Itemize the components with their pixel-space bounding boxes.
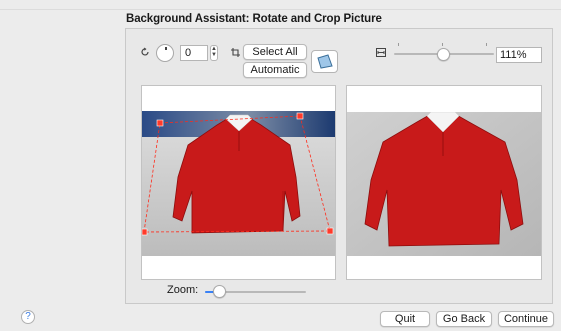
rotate-icon [141,47,149,56]
rotation-angle-field[interactable]: 0 [180,45,208,61]
fit-to-window-icon[interactable] [376,48,386,57]
automatic-button[interactable]: Automatic [243,62,307,78]
continue-button[interactable]: Continue [498,311,554,327]
select-all-button[interactable]: Select All [243,44,307,60]
slider-tick [442,43,443,46]
source-photo [142,111,335,256]
help-button[interactable]: ? [21,310,35,324]
zoom-label: Zoom: [167,284,199,296]
preview-photo [347,112,541,256]
zoom-percent-field[interactable]: 111% [496,47,542,63]
rotation-stepper[interactable]: ▲ ▼ [210,45,218,61]
page-title: Background Assistant: Rotate and Crop Pi… [126,13,382,25]
preview-image-box [346,85,542,280]
assistant-panel: 0 ▲ ▼ Select All Automatic 111% [125,28,553,304]
preview-zoom-slider-knob[interactable] [213,285,226,298]
top-divider [0,9,561,10]
slider-tick [486,43,487,46]
perspective-button[interactable] [311,50,338,73]
crop-icon [231,48,240,57]
image-zoom-slider-knob[interactable] [437,48,450,61]
slider-tick [398,43,399,46]
go-back-button[interactable]: Go Back [436,311,492,327]
perspective-icon [317,54,333,69]
quit-button[interactable]: Quit [380,311,430,327]
source-image-box [141,85,336,280]
rotation-dial[interactable] [156,44,174,62]
